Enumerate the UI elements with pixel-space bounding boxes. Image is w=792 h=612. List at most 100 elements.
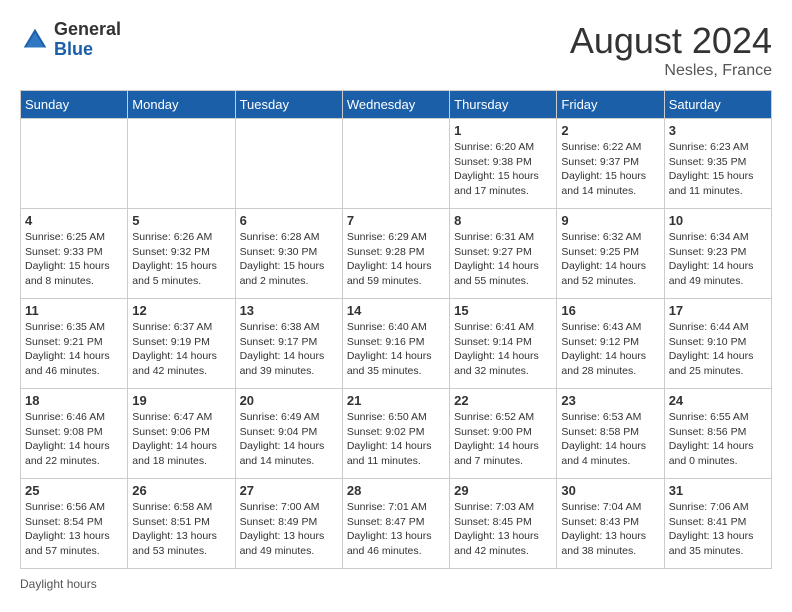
weekday-header-tuesday: Tuesday	[235, 91, 342, 119]
day-info: Sunrise: 6:46 AM Sunset: 9:08 PM Dayligh…	[25, 410, 123, 469]
day-info: Sunrise: 7:06 AM Sunset: 8:41 PM Dayligh…	[669, 500, 767, 559]
calendar-cell: 21 Sunrise: 6:50 AM Sunset: 9:02 PM Dayli…	[342, 389, 449, 479]
calendar-cell: 2Sunrise: 6:22 AM Sunset: 9:37 PM Daylig…	[557, 119, 664, 209]
day-number: 23	[561, 393, 659, 408]
footer-note: Daylight hours	[20, 577, 772, 591]
day-number: 17	[669, 303, 767, 318]
day-number: 1	[454, 123, 552, 138]
day-number: 15	[454, 303, 552, 318]
weekday-header-thursday: Thursday	[450, 91, 557, 119]
weekday-header-monday: Monday	[128, 91, 235, 119]
day-number: 5	[132, 213, 230, 228]
day-info: Sunrise: 6:20 AM Sunset: 9:38 PM Dayligh…	[454, 140, 552, 199]
title-block: August 2024 Nesles, France	[570, 20, 772, 80]
day-number: 3	[669, 123, 767, 138]
calendar-cell: 6Sunrise: 6:28 AM Sunset: 9:30 PM Daylig…	[235, 209, 342, 299]
day-number: 7	[347, 213, 445, 228]
day-number: 16	[561, 303, 659, 318]
calendar-week-2: 11Sunrise: 6:35 AM Sunset: 9:21 PM Dayli…	[21, 299, 772, 389]
weekday-header-sunday: Sunday	[21, 91, 128, 119]
day-info: Sunrise: 6:38 AM Sunset: 9:17 PM Dayligh…	[240, 320, 338, 379]
day-info: Sunrise: 6:26 AM Sunset: 9:32 PM Dayligh…	[132, 230, 230, 289]
weekday-header-wednesday: Wednesday	[342, 91, 449, 119]
day-number: 20	[240, 393, 338, 408]
day-number: 30	[561, 483, 659, 498]
weekday-header-friday: Friday	[557, 91, 664, 119]
day-info: Sunrise: 6:49 AM Sunset: 9:04 PM Dayligh…	[240, 410, 338, 469]
day-info: Sunrise: 6:58 AM Sunset: 8:51 PM Dayligh…	[132, 500, 230, 559]
calendar-cell: 29Sunrise: 7:03 AM Sunset: 8:45 PM Dayli…	[450, 479, 557, 569]
calendar-cell: 3 Sunrise: 6:23 AM Sunset: 9:35 PM Daylig…	[664, 119, 771, 209]
calendar-cell: 15Sunrise: 6:41 AM Sunset: 9:14 PM Dayli…	[450, 299, 557, 389]
day-number: 25	[25, 483, 123, 498]
weekday-header-saturday: Saturday	[664, 91, 771, 119]
day-info: Sunrise: 6:22 AM Sunset: 9:37 PM Dayligh…	[561, 140, 659, 199]
calendar-cell: 24Sunrise: 6:55 AM Sunset: 8:56 PM Dayli…	[664, 389, 771, 479]
logo-text: General Blue	[54, 20, 121, 60]
calendar-cell: 31 Sunrise: 7:06 AM Sunset: 8:41 PM Dayli…	[664, 479, 771, 569]
calendar-cell: 7 Sunrise: 6:29 AM Sunset: 9:28 PM Daylig…	[342, 209, 449, 299]
day-number: 22	[454, 393, 552, 408]
calendar-cell: 17 Sunrise: 6:44 AM Sunset: 9:10 PM Dayli…	[664, 299, 771, 389]
day-info: Sunrise: 6:29 AM Sunset: 9:28 PM Dayligh…	[347, 230, 445, 289]
day-number: 18	[25, 393, 123, 408]
calendar-cell: 27Sunrise: 7:00 AM Sunset: 8:49 PM Dayli…	[235, 479, 342, 569]
calendar-cell: 14Sunrise: 6:40 AM Sunset: 9:16 PM Dayli…	[342, 299, 449, 389]
calendar-cell: 25 Sunrise: 6:56 AM Sunset: 8:54 PM Dayli…	[21, 479, 128, 569]
calendar-cell	[235, 119, 342, 209]
calendar-cell: 23 Sunrise: 6:53 AM Sunset: 8:58 PM Dayli…	[557, 389, 664, 479]
day-number: 19	[132, 393, 230, 408]
calendar-cell: 16Sunrise: 6:43 AM Sunset: 9:12 PM Dayli…	[557, 299, 664, 389]
day-info: Sunrise: 7:04 AM Sunset: 8:43 PM Dayligh…	[561, 500, 659, 559]
logo-general-text: General	[54, 20, 121, 40]
calendar-cell: 1 Sunrise: 6:20 AM Sunset: 9:38 PM Daylig…	[450, 119, 557, 209]
calendar-cell: 10 Sunrise: 6:34 AM Sunset: 9:23 PM Dayli…	[664, 209, 771, 299]
logo: General Blue	[20, 20, 121, 60]
day-number: 28	[347, 483, 445, 498]
day-number: 10	[669, 213, 767, 228]
day-info: Sunrise: 6:40 AM Sunset: 9:16 PM Dayligh…	[347, 320, 445, 379]
calendar-cell: 28Sunrise: 7:01 AM Sunset: 8:47 PM Dayli…	[342, 479, 449, 569]
day-info: Sunrise: 6:23 AM Sunset: 9:35 PM Dayligh…	[669, 140, 767, 199]
calendar-week-0: 1 Sunrise: 6:20 AM Sunset: 9:38 PM Daylig…	[21, 119, 772, 209]
day-info: Sunrise: 6:44 AM Sunset: 9:10 PM Dayligh…	[669, 320, 767, 379]
calendar-week-3: 18 Sunrise: 6:46 AM Sunset: 9:08 PM Dayli…	[21, 389, 772, 479]
calendar-cell	[342, 119, 449, 209]
day-info: Sunrise: 6:56 AM Sunset: 8:54 PM Dayligh…	[25, 500, 123, 559]
day-info: Sunrise: 6:32 AM Sunset: 9:25 PM Dayligh…	[561, 230, 659, 289]
day-info: Sunrise: 6:28 AM Sunset: 9:30 PM Dayligh…	[240, 230, 338, 289]
day-number: 29	[454, 483, 552, 498]
calendar-cell: 12 Sunrise: 6:37 AM Sunset: 9:19 PM Dayli…	[128, 299, 235, 389]
calendar-cell	[21, 119, 128, 209]
calendar-cell: 4Sunrise: 6:25 AM Sunset: 9:33 PM Daylig…	[21, 209, 128, 299]
day-info: Sunrise: 6:50 AM Sunset: 9:02 PM Dayligh…	[347, 410, 445, 469]
day-info: Sunrise: 6:34 AM Sunset: 9:23 PM Dayligh…	[669, 230, 767, 289]
day-info: Sunrise: 6:53 AM Sunset: 8:58 PM Dayligh…	[561, 410, 659, 469]
day-info: Sunrise: 6:55 AM Sunset: 8:56 PM Dayligh…	[669, 410, 767, 469]
day-number: 31	[669, 483, 767, 498]
calendar-cell: 9 Sunrise: 6:32 AM Sunset: 9:25 PM Daylig…	[557, 209, 664, 299]
logo-blue-text: Blue	[54, 40, 121, 60]
calendar-cell: 18 Sunrise: 6:46 AM Sunset: 9:08 PM Dayli…	[21, 389, 128, 479]
calendar-week-1: 4Sunrise: 6:25 AM Sunset: 9:33 PM Daylig…	[21, 209, 772, 299]
calendar-cell: 19 Sunrise: 6:47 AM Sunset: 9:06 PM Dayli…	[128, 389, 235, 479]
calendar-body: 1 Sunrise: 6:20 AM Sunset: 9:38 PM Daylig…	[21, 119, 772, 569]
day-info: Sunrise: 6:37 AM Sunset: 9:19 PM Dayligh…	[132, 320, 230, 379]
weekday-row: SundayMondayTuesdayWednesdayThursdayFrid…	[21, 91, 772, 119]
calendar-week-4: 25 Sunrise: 6:56 AM Sunset: 8:54 PM Dayli…	[21, 479, 772, 569]
calendar-cell: 5 Sunrise: 6:26 AM Sunset: 9:32 PM Daylig…	[128, 209, 235, 299]
calendar-cell: 20 Sunrise: 6:49 AM Sunset: 9:04 PM Dayli…	[235, 389, 342, 479]
day-info: Sunrise: 7:00 AM Sunset: 8:49 PM Dayligh…	[240, 500, 338, 559]
day-number: 21	[347, 393, 445, 408]
calendar-cell: 11Sunrise: 6:35 AM Sunset: 9:21 PM Dayli…	[21, 299, 128, 389]
calendar-cell: 13Sunrise: 6:38 AM Sunset: 9:17 PM Dayli…	[235, 299, 342, 389]
day-info: Sunrise: 6:47 AM Sunset: 9:06 PM Dayligh…	[132, 410, 230, 469]
day-info: Sunrise: 6:31 AM Sunset: 9:27 PM Dayligh…	[454, 230, 552, 289]
day-number: 12	[132, 303, 230, 318]
calendar-header: SundayMondayTuesdayWednesdayThursdayFrid…	[21, 91, 772, 119]
calendar-cell: 8 Sunrise: 6:31 AM Sunset: 9:27 PM Daylig…	[450, 209, 557, 299]
day-number: 8	[454, 213, 552, 228]
day-number: 26	[132, 483, 230, 498]
logo-icon	[20, 25, 50, 55]
day-number: 9	[561, 213, 659, 228]
